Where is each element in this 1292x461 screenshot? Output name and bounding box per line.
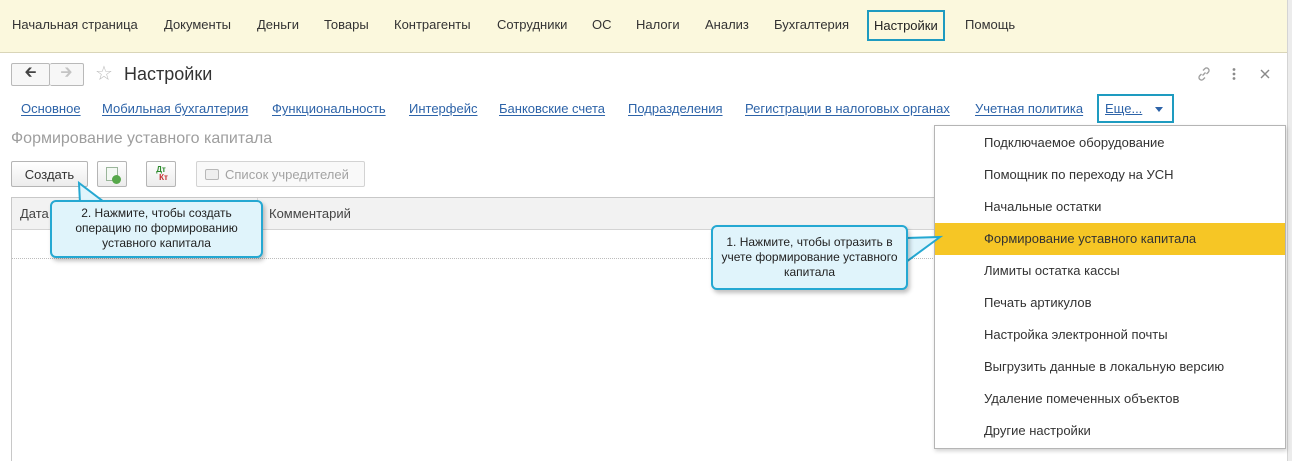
column-date[interactable]: Дата [20,206,49,221]
founders-list-label: Список учредителей [225,166,349,182]
tab-departments[interactable]: Подразделения [628,101,723,116]
topnav-goods[interactable]: Товары [324,17,369,32]
top-menu-bar: Начальная страница Документы Деньги Това… [0,0,1287,53]
topnav-documents[interactable]: Документы [164,17,231,32]
menu-item-email-settings[interactable]: Настройка электронной почты [935,319,1285,351]
forward-button[interactable]: 🡲 [50,63,84,86]
tab-main[interactable]: Основное [21,101,81,116]
topnav-home[interactable]: Начальная страница [12,17,138,32]
back-button[interactable]: 🡰 [11,63,50,86]
kt-label: Кт [159,173,168,182]
more-tabs-label: Еще... [1105,101,1143,116]
callout-step-1: 1. Нажмите, чтобы отразить в учете форми… [711,225,908,290]
star-icon[interactable]: ☆ [95,63,113,85]
topnav-employees[interactable]: Сотрудники [497,17,567,32]
callout-step-2: 2. Нажмите, чтобы создать операцию по фо… [50,200,263,258]
tab-bank-accounts[interactable]: Банковские счета [499,101,605,116]
chevron-down-icon [1155,107,1163,112]
tab-tax-registrations[interactable]: Регистрации в налоговых органах [745,101,950,116]
tab-functionality[interactable]: Функциональность [272,101,386,116]
column-comment[interactable]: Комментарий [269,206,351,221]
topnav-fixed-assets[interactable]: ОС [592,17,612,32]
page-title: Настройки [124,64,213,84]
menu-item-authorized-capital[interactable]: Формирование уставного капитала [935,223,1285,255]
printer-icon [205,168,219,180]
tab-mobile-accounting[interactable]: Мобильная бухгалтерия [102,101,248,116]
menu-item-cash-limits[interactable]: Лимиты остатка кассы [935,255,1285,287]
topnav-settings[interactable]: Настройки [867,10,945,41]
founders-list-button[interactable]: Список учредителей [196,161,365,187]
topnav-money[interactable]: Деньги [257,17,299,32]
create-button[interactable]: Создать [11,161,88,187]
dt-kt-button[interactable]: Дт Кт [146,161,176,187]
more-dropdown-menu: Подключаемое оборудование Помощник по пе… [934,125,1286,449]
section-title: Формирование уставного капитала [11,130,273,147]
tab-interface[interactable]: Интерфейс [409,101,477,116]
menu-item-usn-transition[interactable]: Помощник по переходу на УСН [935,159,1285,191]
arrow-left-icon: 🡰 [24,64,37,81]
window-scrollbar-edge [1287,0,1292,461]
dt-kt-icon: Дт Кт [154,166,168,182]
more-vertical-icon[interactable] [1230,66,1238,87]
topnav-taxes[interactable]: Налоги [636,17,680,32]
menu-item-delete-marked[interactable]: Удаление помеченных объектов [935,383,1285,415]
more-tabs-button[interactable]: Еще... [1097,94,1174,123]
menu-item-connected-equipment[interactable]: Подключаемое оборудование [935,127,1285,159]
menu-item-print-articles[interactable]: Печать артикулов [935,287,1285,319]
topnav-help[interactable]: Помощь [965,17,1015,32]
tab-accounting-policy[interactable]: Учетная политика [975,101,1083,116]
topnav-accounting[interactable]: Бухгалтерия [774,17,849,32]
link-icon[interactable] [1196,66,1212,87]
menu-item-export-local[interactable]: Выгрузить данные в локальную версию [935,351,1285,383]
close-icon[interactable] [1258,66,1272,87]
add-document-button[interactable] [97,161,127,187]
topnav-counterparties[interactable]: Контрагенты [394,17,471,32]
menu-item-other-settings[interactable]: Другие настройки [935,415,1285,447]
document-add-icon [106,167,121,184]
menu-item-opening-balances[interactable]: Начальные остатки [935,191,1285,223]
arrow-right-icon: 🡲 [60,64,73,81]
topnav-analysis[interactable]: Анализ [705,17,749,32]
